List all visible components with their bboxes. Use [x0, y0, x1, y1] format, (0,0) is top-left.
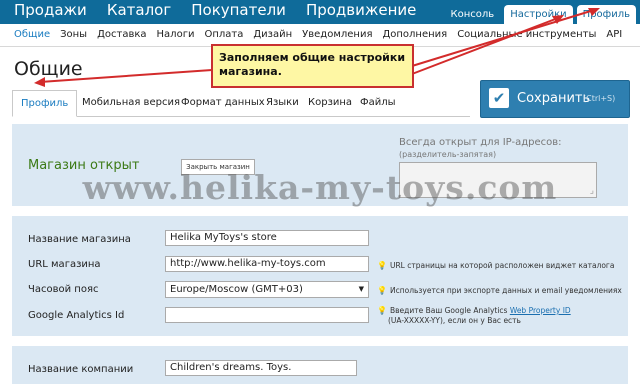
arrow-head-general	[34, 77, 45, 87]
arrow-to-settings	[411, 17, 559, 75]
tutorial-callout: Заполняем общие настройки магазина.	[211, 44, 414, 88]
arrow-to-profile	[411, 9, 595, 67]
watermark: www.helika-my-toys.com	[82, 168, 558, 207]
arrow-to-general	[39, 69, 213, 83]
